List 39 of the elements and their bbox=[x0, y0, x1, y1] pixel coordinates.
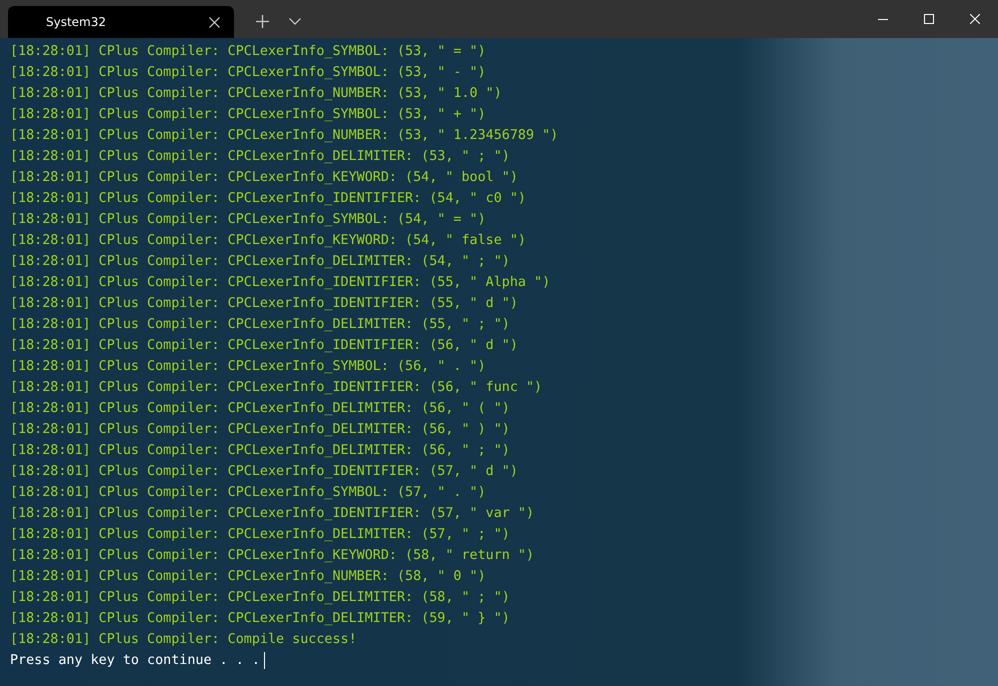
log-line: [18:28:01] CPlus Compiler: CPCLexerInfo_IDENTIFIER: (57, " d ") bbox=[10, 463, 518, 481]
text-cursor bbox=[264, 652, 265, 669]
maximize-icon bbox=[924, 14, 934, 24]
log-line: [18:28:01] CPlus Compiler: CPCLexerInfo_DELIMITER: (58, " ; ") bbox=[10, 589, 510, 607]
log-line: [18:28:01] CPlus Compiler: CPCLexerInfo_NUMBER: (53, " 1.23456789 ") bbox=[10, 127, 558, 145]
log-line: [18:28:01] CPlus Compiler: Compile success! bbox=[10, 631, 357, 649]
log-line: [18:28:01] CPlus Compiler: CPCLexerInfo_IDENTIFIER: (55, " Alpha ") bbox=[10, 274, 550, 292]
minimize-icon bbox=[878, 18, 888, 20]
prompt-text: Press any key to continue . . . bbox=[10, 652, 260, 670]
log-line: [18:28:01] CPlus Compiler: CPCLexerInfo_IDENTIFIER: (55, " d ") bbox=[10, 295, 518, 313]
log-line: [18:28:01] CPlus Compiler: CPCLexerInfo_SYMBOL: (57, " . ") bbox=[10, 484, 486, 502]
log-line: [18:28:01] CPlus Compiler: CPCLexerInfo_KEYWORD: (54, " bool ") bbox=[10, 169, 518, 187]
log-line: [18:28:01] CPlus Compiler: CPCLexerInfo_DELIMITER: (54, " ; ") bbox=[10, 253, 510, 271]
log-line: [18:28:01] CPlus Compiler: CPCLexerInfo_SYMBOL: (53, " - ") bbox=[10, 64, 486, 82]
log-line: [18:28:01] CPlus Compiler: CPCLexerInfo_NUMBER: (58, " 0 ") bbox=[10, 568, 486, 586]
log-line: [18:28:01] CPlus Compiler: CPCLexerInfo_DELIMITER: (55, " ; ") bbox=[10, 316, 510, 334]
log-line: [18:28:01] CPlus Compiler: CPCLexerInfo_NUMBER: (53, " 1.0 ") bbox=[10, 85, 502, 103]
log-line: [18:28:01] CPlus Compiler: CPCLexerInfo_IDENTIFIER: (56, " func ") bbox=[10, 379, 542, 397]
log-line: [18:28:01] CPlus Compiler: CPCLexerInfo_DELIMITER: (56, " ) ") bbox=[10, 421, 510, 439]
log-line: [18:28:01] CPlus Compiler: CPCLexerInfo_DELIMITER: (56, " ; ") bbox=[10, 442, 510, 460]
close-icon bbox=[970, 14, 980, 24]
log-line: [18:28:01] CPlus Compiler: CPCLexerInfo_SYMBOL: (53, " = ") bbox=[10, 43, 486, 61]
log-line: [18:28:01] CPlus Compiler: CPCLexerInfo_IDENTIFIER: (54, " c0 ") bbox=[10, 190, 526, 208]
log-line: [18:28:01] CPlus Compiler: CPCLexerInfo_SYMBOL: (53, " + ") bbox=[10, 106, 486, 124]
terminal-tab[interactable]: System32 bbox=[8, 6, 234, 38]
log-line: [18:28:01] CPlus Compiler: CPCLexerInfo_DELIMITER: (53, " ; ") bbox=[10, 148, 510, 166]
close-icon bbox=[209, 16, 220, 28]
chevron-down-icon bbox=[289, 18, 301, 24]
tab-title: System32 bbox=[46, 15, 108, 29]
log-line: [18:28:01] CPlus Compiler: CPCLexerInfo_SYMBOL: (54, " = ") bbox=[10, 211, 486, 229]
log-line: [18:28:01] CPlus Compiler: CPCLexerInfo_IDENTIFIER: (56, " d ") bbox=[10, 337, 518, 355]
log-line: [18:28:01] CPlus Compiler: CPCLexerInfo_KEYWORD: (58, " return ") bbox=[10, 547, 534, 565]
log-line: [18:28:01] CPlus Compiler: CPCLexerInfo_DELIMITER: (57, " ; ") bbox=[10, 526, 510, 544]
log-line: [18:28:01] CPlus Compiler: CPCLexerInfo_SYMBOL: (56, " . ") bbox=[10, 358, 486, 376]
log-line: [18:28:01] CPlus Compiler: CPCLexerInfo_DELIMITER: (56, " ( ") bbox=[10, 400, 510, 418]
log-line: [18:28:01] CPlus Compiler: CPCLexerInfo_KEYWORD: (54, " false ") bbox=[10, 232, 526, 250]
plus-icon bbox=[256, 14, 269, 28]
log-line: [18:28:01] CPlus Compiler: CPCLexerInfo_DELIMITER: (59, " } ") bbox=[10, 610, 510, 628]
log-line: [18:28:01] CPlus Compiler: CPCLexerInfo_IDENTIFIER: (57, " var ") bbox=[10, 505, 534, 523]
